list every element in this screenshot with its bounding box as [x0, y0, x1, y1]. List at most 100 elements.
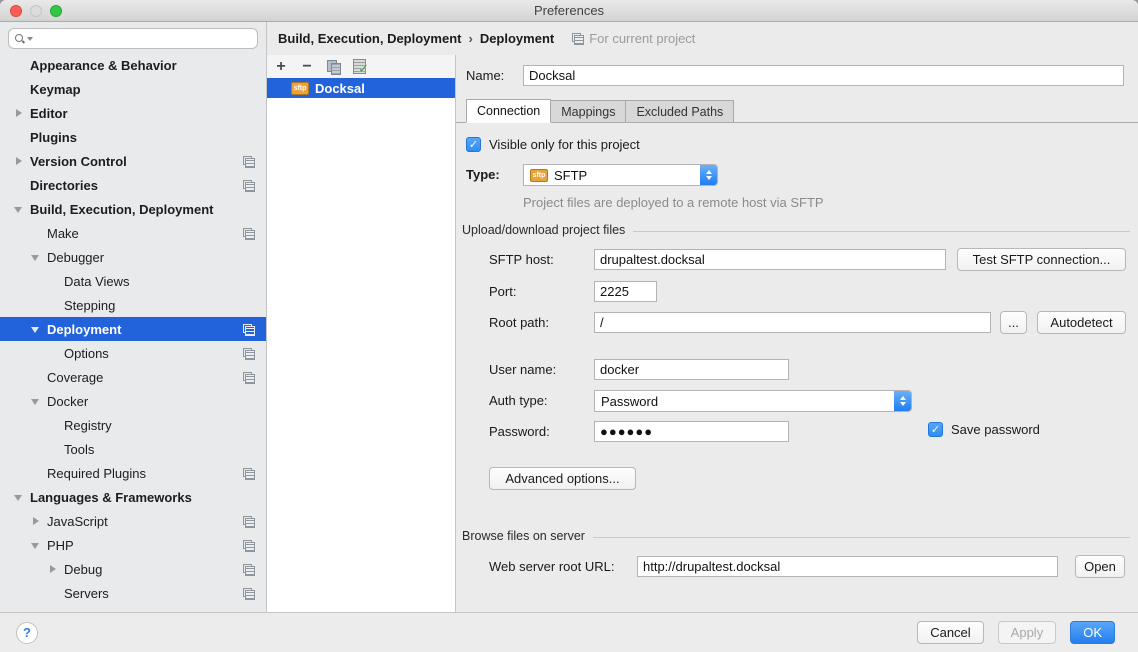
visible-only-checkbox[interactable] — [466, 137, 481, 152]
breadcrumb-segment[interactable]: Build, Execution, Deployment — [278, 31, 461, 46]
scope-label: For current project — [589, 31, 695, 46]
sidebar-item-docker[interactable]: Docker — [0, 389, 266, 413]
tab-connection[interactable]: Connection — [466, 99, 551, 123]
port-input[interactable] — [594, 281, 657, 302]
sidebar-item-coverage[interactable]: Coverage — [0, 365, 266, 389]
type-label: Type: — [466, 164, 500, 186]
window-title: Preferences — [534, 3, 604, 18]
section-divider — [593, 537, 1130, 538]
sidebar-item-required-plugins[interactable]: Required Plugins — [0, 461, 266, 485]
project-scope-icon — [242, 563, 255, 576]
user-name-input[interactable] — [594, 359, 789, 380]
browse-root-path-button[interactable]: ... — [1000, 311, 1027, 334]
dialog-footer: ? Cancel Apply OK — [0, 612, 1138, 652]
server-list-item-docksal[interactable]: sftp Docksal — [267, 78, 455, 98]
advanced-options-button[interactable]: Advanced options... — [489, 467, 636, 490]
preferences-window: Preferences Appearance & Behavior Keymap — [0, 0, 1138, 652]
upload-section-header: Upload/download project files — [462, 223, 1130, 237]
sftp-file-icon: sftp — [291, 82, 309, 95]
chevron-down-icon[interactable] — [30, 395, 43, 408]
sidebar-item-tools[interactable]: Tools — [0, 437, 266, 461]
sidebar-item-keymap[interactable]: Keymap — [0, 77, 266, 101]
tree-arrow-none — [47, 443, 60, 456]
sidebar-item-directories[interactable]: Directories — [0, 173, 266, 197]
browse-section-header: Browse files on server — [462, 529, 1130, 543]
chevron-right-icon[interactable] — [13, 107, 26, 120]
auth-type-dropdown[interactable]: Password — [594, 390, 912, 412]
search-options-chevron-icon[interactable] — [27, 37, 33, 41]
dropdown-stepper-icon[interactable] — [700, 165, 717, 185]
chevron-right-icon[interactable] — [13, 155, 26, 168]
chevron-down-icon[interactable] — [30, 323, 43, 336]
chevron-right-icon[interactable] — [30, 515, 43, 528]
apply-button[interactable]: Apply — [998, 621, 1057, 644]
chevron-down-icon[interactable] — [30, 251, 43, 264]
dropdown-stepper-icon[interactable] — [894, 391, 911, 411]
sidebar-item-data-views[interactable]: Data Views — [0, 269, 266, 293]
sidebar-item-javascript[interactable]: JavaScript — [0, 509, 266, 533]
sidebar-item-debugger[interactable]: Debugger — [0, 245, 266, 269]
ok-button[interactable]: OK — [1070, 621, 1115, 644]
tree-arrow-none — [47, 275, 60, 288]
sidebar-item-deployment[interactable]: Deployment — [0, 317, 266, 341]
sftp-host-input[interactable] — [594, 249, 946, 270]
add-server-button[interactable]: + — [274, 60, 288, 74]
chevron-right-icon[interactable] — [47, 563, 60, 576]
save-password-checkbox[interactable] — [928, 422, 943, 437]
sidebar-item-php-servers[interactable]: Servers — [0, 581, 266, 605]
web-root-url-label: Web server root URL: — [489, 556, 614, 578]
tab-excluded-paths[interactable]: Excluded Paths — [626, 100, 734, 123]
sidebar-item-make[interactable]: Make — [0, 221, 266, 245]
tree-arrow-none — [13, 179, 26, 192]
sidebar-item-build-execution-deployment[interactable]: Build, Execution, Deployment — [0, 197, 266, 221]
tree-arrow-none — [30, 227, 43, 240]
password-input[interactable] — [594, 421, 789, 442]
breadcrumb-separator: › — [468, 31, 472, 46]
chevron-down-icon[interactable] — [13, 203, 26, 216]
sidebar-item-options[interactable]: Options — [0, 341, 266, 365]
sidebar-item-registry[interactable]: Registry — [0, 413, 266, 437]
sidebar-item-php-debug[interactable]: Debug — [0, 557, 266, 581]
project-scope-icon — [242, 347, 255, 360]
search-icon — [15, 34, 24, 43]
title-bar: Preferences — [0, 0, 1138, 22]
tree-arrow-none — [47, 347, 60, 360]
remove-server-button[interactable]: − — [300, 60, 314, 74]
zoom-window-icon[interactable] — [50, 5, 62, 17]
type-value: SFTP — [554, 168, 587, 183]
web-root-url-input[interactable] — [637, 556, 1058, 577]
root-path-input[interactable] — [594, 312, 991, 333]
tree-arrow-none — [13, 131, 26, 144]
project-scope-icon — [242, 515, 255, 528]
duplicate-server-icon[interactable] — [326, 60, 340, 74]
sidebar-item-languages-frameworks[interactable]: Languages & Frameworks — [0, 485, 266, 509]
autodetect-button[interactable]: Autodetect — [1037, 311, 1126, 334]
sftp-host-label: SFTP host: — [489, 249, 554, 271]
search-input[interactable] — [8, 28, 258, 49]
chevron-down-icon[interactable] — [30, 539, 43, 552]
sidebar-item-php[interactable]: PHP — [0, 533, 266, 557]
tab-underline — [456, 122, 1138, 123]
name-input[interactable] — [523, 65, 1124, 86]
sidebar-item-editor[interactable]: Editor — [0, 101, 266, 125]
sidebar-item-appearance-behavior[interactable]: Appearance & Behavior — [0, 53, 266, 77]
auth-type-label: Auth type: — [489, 390, 548, 412]
sidebar-item-plugins[interactable]: Plugins — [0, 125, 266, 149]
user-name-label: User name: — [489, 359, 556, 381]
tree-arrow-none — [47, 419, 60, 432]
window-controls — [10, 5, 62, 17]
type-hint: Project files are deployed to a remote h… — [523, 195, 824, 210]
sidebar-item-stepping[interactable]: Stepping — [0, 293, 266, 317]
close-window-icon[interactable] — [10, 5, 22, 17]
tree-arrow-none — [13, 83, 26, 96]
open-url-button[interactable]: Open — [1075, 555, 1125, 578]
use-as-default-icon[interactable]: ✓ — [352, 59, 367, 74]
cancel-button[interactable]: Cancel — [917, 621, 983, 644]
type-dropdown[interactable]: sftp SFTP — [523, 164, 718, 186]
settings-tree: Appearance & Behavior Keymap Editor Plug… — [0, 53, 266, 605]
tab-mappings[interactable]: Mappings — [551, 100, 626, 123]
help-button[interactable]: ? — [16, 622, 38, 644]
chevron-down-icon[interactable] — [13, 491, 26, 504]
test-sftp-connection-button[interactable]: Test SFTP connection... — [957, 248, 1126, 271]
sidebar-item-version-control[interactable]: Version Control — [0, 149, 266, 173]
